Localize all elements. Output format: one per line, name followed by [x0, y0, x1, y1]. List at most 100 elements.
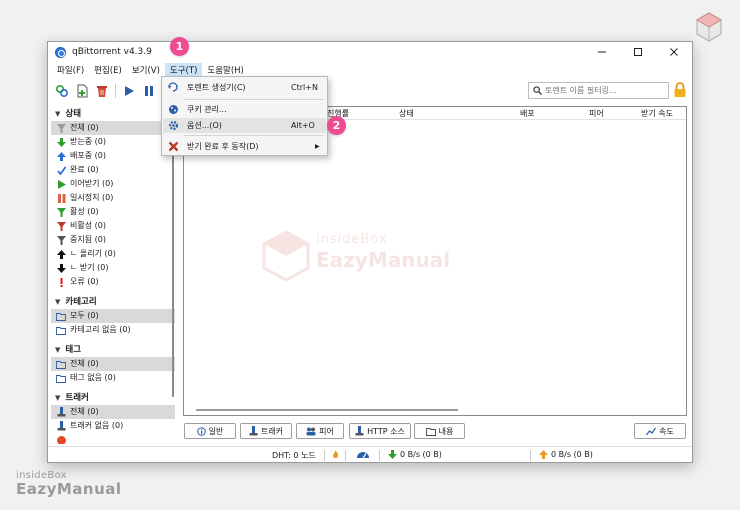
- torrent-filter-search-box[interactable]: [528, 82, 669, 99]
- sidebar-item-stalled-downloading[interactable]: ㄴ 받기 (0): [51, 261, 175, 275]
- sidebar-item-resumed[interactable]: 이어받기 (0): [51, 177, 175, 191]
- tracker-icon: [56, 421, 66, 431]
- sidebar-item-tracker-all[interactable]: 전체 (0): [51, 405, 175, 419]
- sidebar-item-category-all[interactable]: 모두 (0): [51, 309, 175, 323]
- exclamation-icon: [56, 277, 66, 287]
- tools-dropdown-menu: 토렌트 생성기(C) Ctrl+N 쿠키 관리... 옵션...(O) Alt+…: [161, 76, 328, 156]
- sidebar: ▼ 상태 전체 (0) 받는중 (0) 배포중 (0) 완료 (0) 이어받기 (…: [51, 105, 175, 444]
- sidebar-item-errored[interactable]: 오류 (0): [51, 275, 175, 289]
- sidebar-item-uncategorized[interactable]: 카테고리 없음 (0): [51, 323, 175, 337]
- torrent-list-horizontal-scrollbar[interactable]: [196, 409, 458, 411]
- sidebar-item-tracker-error[interactable]: [51, 433, 175, 444]
- folder-icon: [56, 325, 66, 335]
- sidebar-item-completed[interactable]: 완료 (0): [51, 163, 175, 177]
- status-bar: DHT: 0 노드 0 B/s (0 B) 0 B/s (0 B): [48, 446, 692, 462]
- alt-speed-button[interactable]: [331, 450, 340, 459]
- connection-status-button[interactable]: [356, 450, 370, 459]
- tab-http-sources[interactable]: HTTP 소스: [349, 423, 411, 439]
- arrow-up-icon: [56, 249, 66, 259]
- maximize-button[interactable]: [620, 42, 656, 62]
- sidebar-trackers-header[interactable]: ▼ 트래커: [51, 392, 175, 405]
- tab-label: 트래커: [260, 426, 284, 436]
- arrow-down-icon: [56, 137, 66, 147]
- sidebar-item-inactive[interactable]: 비활성 (0): [51, 219, 175, 233]
- menu-file[interactable]: 파일(F): [52, 63, 89, 79]
- menu-item-options[interactable]: 옵션...(O) Alt+O: [163, 118, 326, 133]
- minimize-icon: [598, 51, 606, 53]
- filter-icon: [56, 235, 66, 245]
- status-divider: [379, 450, 380, 461]
- sidebar-item-stalled[interactable]: 중지됨 (0): [51, 233, 175, 247]
- status-divider: [324, 450, 325, 461]
- folder-icon: [56, 359, 66, 369]
- tab-trackers[interactable]: 트래커: [240, 423, 292, 439]
- close-button[interactable]: [656, 42, 692, 62]
- sidebar-item-untagged[interactable]: 태그 없음 (0): [51, 371, 175, 385]
- title-bar: qBittorrent v4.3.9: [48, 42, 692, 62]
- tracker-icon: [56, 407, 66, 417]
- window-title: qBittorrent v4.3.9: [72, 47, 152, 57]
- sidebar-item-downloading[interactable]: 받는중 (0): [51, 135, 175, 149]
- play-icon: [56, 179, 66, 189]
- chevron-down-icon: ▼: [55, 110, 61, 118]
- column-header-status[interactable]: 상태: [399, 108, 414, 119]
- tracker-icon: [249, 426, 258, 436]
- submenu-arrow-icon: ▶: [315, 143, 320, 150]
- delete-torrent-button[interactable]: [92, 81, 112, 101]
- info-icon: [196, 426, 206, 436]
- sidebar-item-status-all[interactable]: 전체 (0): [51, 121, 175, 135]
- options-gear-icon: [168, 120, 179, 131]
- torrent-filter-input[interactable]: [545, 86, 663, 95]
- upload-speed-status[interactable]: 0 B/s (0 B): [539, 450, 593, 459]
- step-badge-1: 1: [170, 37, 189, 56]
- tab-general[interactable]: 일반: [184, 423, 236, 439]
- sidebar-status-header[interactable]: ▼ 상태: [51, 108, 175, 121]
- menu-item-on-downloads-done[interactable]: 받기 완료 후 동작(D) ▶: [163, 139, 326, 154]
- sidebar-item-label: 비활성 (0): [70, 221, 106, 230]
- resume-button[interactable]: [119, 81, 139, 101]
- column-header-seeds[interactable]: 배포: [520, 108, 535, 119]
- maximize-icon: [634, 48, 642, 56]
- speedometer-icon: [357, 452, 369, 459]
- brand-logo: insideBox EazyManual: [16, 470, 122, 498]
- trash-icon: [97, 86, 107, 97]
- tab-peers[interactable]: 피어: [296, 423, 344, 439]
- add-torrent-file-button[interactable]: [72, 81, 92, 101]
- menu-edit[interactable]: 편집(E): [89, 63, 127, 79]
- download-speed-status[interactable]: 0 B/s (0 B): [388, 450, 442, 459]
- sidebar-item-tag-all[interactable]: 전체 (0): [51, 357, 175, 371]
- filter-icon: [56, 221, 66, 231]
- add-torrent-link-button[interactable]: [52, 81, 72, 101]
- upload-speed-text: 0 B/s (0 B): [551, 450, 593, 459]
- sidebar-item-paused[interactable]: 일시정지 (0): [51, 191, 175, 205]
- brand-line2: EazyManual: [16, 480, 122, 498]
- sidebar-item-stalled-uploading[interactable]: ㄴ 올리기 (0): [51, 247, 175, 261]
- menu-item-torrent-creator[interactable]: 토렌트 생성기(C) Ctrl+N: [163, 80, 326, 95]
- lock-button[interactable]: [673, 82, 687, 101]
- pause-button[interactable]: [139, 81, 159, 101]
- folder-icon: [425, 427, 436, 436]
- tab-label: HTTP 소스: [367, 426, 405, 436]
- minimize-button[interactable]: [584, 42, 620, 62]
- sidebar-item-label: 모두 (0): [70, 311, 99, 320]
- column-header-download-speed[interactable]: 받기 속도: [641, 108, 673, 119]
- speed-chart-icon: [646, 427, 657, 436]
- sidebar-categories-header[interactable]: ▼ 카테고리: [51, 296, 175, 309]
- folder-icon: [56, 373, 66, 383]
- menu-item-cookie-manager[interactable]: 쿠키 관리...: [163, 102, 326, 117]
- sidebar-item-label: 배포중 (0): [70, 151, 106, 160]
- tab-content[interactable]: 내용: [414, 423, 465, 439]
- sidebar-item-seeding[interactable]: 배포중 (0): [51, 149, 175, 163]
- sidebar-item-trackerless[interactable]: 트래커 없음 (0): [51, 419, 175, 433]
- error-circle-icon: [56, 435, 66, 444]
- sidebar-tags-header[interactable]: ▼ 태그: [51, 344, 175, 357]
- arrow-up-icon: [56, 151, 66, 161]
- tab-label: 일반: [208, 426, 224, 436]
- dht-status: DHT: 0 노드: [272, 451, 316, 460]
- sidebar-item-active[interactable]: 활성 (0): [51, 205, 175, 219]
- tab-speed[interactable]: 속도: [634, 423, 686, 439]
- app-window: qBittorrent v4.3.9 파일(F) 편집(E) 보기(V) 도구(…: [47, 41, 693, 463]
- tab-label: 내용: [438, 426, 454, 436]
- column-header-peers[interactable]: 피어: [589, 108, 604, 119]
- menu-view[interactable]: 보기(V): [127, 63, 165, 79]
